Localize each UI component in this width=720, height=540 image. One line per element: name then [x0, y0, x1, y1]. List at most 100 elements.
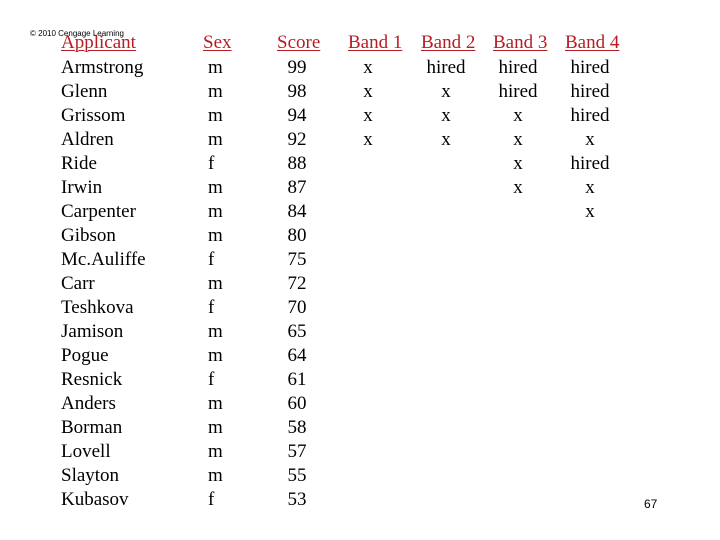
cell-sex: m: [208, 465, 223, 486]
cell-band2: [418, 488, 474, 512]
cell-band4: [562, 320, 618, 344]
band-1-column: xxxx: [348, 56, 388, 512]
header-band-4: Band 4: [565, 32, 620, 53]
cell-band1: [348, 488, 388, 512]
cell-applicant: Pogue: [61, 345, 109, 366]
cell-score: 61: [287, 369, 307, 390]
header-band-1: Band 1: [348, 32, 403, 53]
cell-band3: x: [513, 177, 523, 198]
cell-band2: hired: [426, 57, 466, 78]
cell-band3: [490, 272, 546, 296]
cell-band1: [348, 464, 388, 488]
cell-band3: [490, 248, 546, 272]
cell-band2: [418, 248, 474, 272]
cell-score: 92: [287, 129, 307, 150]
cell-score: 72: [287, 273, 307, 294]
cell-band2: [418, 272, 474, 296]
cell-band3: x: [513, 105, 523, 126]
page-number: 67: [644, 497, 658, 511]
cell-score: 94: [287, 105, 307, 126]
cell-band3: [490, 392, 546, 416]
cell-band2: [418, 464, 474, 488]
cell-applicant: Carpenter: [61, 201, 136, 222]
cell-band4: [562, 368, 618, 392]
cell-applicant: Resnick: [61, 369, 123, 390]
cell-sex: m: [208, 57, 223, 78]
cell-band3: hired: [498, 57, 538, 78]
cell-score: 75: [287, 249, 307, 270]
cell-band3: [490, 368, 546, 392]
cell-band4: hired: [570, 57, 610, 78]
cell-band2: x: [441, 105, 451, 126]
cell-band1: [348, 320, 388, 344]
cell-band4: x: [585, 129, 595, 150]
cell-score: 53: [287, 489, 307, 510]
cell-applicant: Mc.Auliffe: [61, 249, 146, 270]
cell-score: 55: [287, 465, 307, 486]
cell-band3: [490, 224, 546, 248]
cell-band4: [562, 296, 618, 320]
cell-band3: [490, 464, 546, 488]
header-band-2: Band 2: [421, 32, 476, 53]
cell-band1: [348, 368, 388, 392]
cell-sex: m: [208, 393, 223, 414]
cell-applicant: Ride: [61, 153, 97, 174]
cell-applicant: Armstrong: [61, 57, 144, 78]
cell-band3: [490, 320, 546, 344]
cell-band4: [562, 464, 618, 488]
cell-applicant: Anders: [61, 393, 116, 414]
cell-band3: hired: [498, 81, 538, 102]
cell-score: 84: [287, 201, 307, 222]
sex-column: mmmmfmmmfmfmmfmmmmf: [208, 56, 223, 512]
band-4-column: hired hired hired x hired x x: [562, 56, 618, 512]
cell-sex: m: [208, 129, 223, 150]
cell-applicant: Kubasov: [61, 489, 129, 510]
cell-band4: hired: [570, 153, 610, 174]
cell-band2: [418, 344, 474, 368]
cell-band1: [348, 392, 388, 416]
cell-band4: [562, 488, 618, 512]
cell-sex: f: [208, 153, 215, 174]
header-applicant: Applicant: [61, 32, 136, 53]
cell-band2: x: [441, 129, 451, 150]
cell-sex: m: [208, 345, 223, 366]
cell-applicant: Irwin: [61, 177, 103, 198]
cell-score: 88: [287, 153, 307, 174]
cell-band2: [418, 368, 474, 392]
cell-band1: x: [363, 81, 373, 102]
cell-band4: hired: [570, 105, 610, 126]
cell-score: 60: [287, 393, 307, 414]
cell-score: 98: [287, 81, 307, 102]
cell-score: 64: [287, 345, 307, 366]
cell-band1: [348, 272, 388, 296]
score-column: 99 98 94 92 88 87 84 80 75 72 70 65 64 61 60 58 57 55 53: [277, 56, 317, 512]
cell-sex: f: [208, 369, 215, 390]
cell-applicant: Carr: [61, 273, 95, 294]
cell-applicant: Jamison: [61, 321, 124, 342]
cell-score: 58: [287, 417, 307, 438]
header-score: Score: [277, 32, 321, 53]
cell-band4: [562, 248, 618, 272]
cell-band2: [418, 152, 474, 176]
cell-applicant: Glenn: [61, 81, 108, 102]
applicant-column: Armstrong Glenn Grissom Aldren Ride Irwin Carp…: [61, 56, 146, 512]
cell-band3: [490, 296, 546, 320]
cell-band4: x: [585, 201, 595, 222]
band-2-column: hired x x x: [418, 56, 474, 512]
cell-band2: x: [441, 81, 451, 102]
cell-band4: hired: [570, 81, 610, 102]
cell-sex: m: [208, 321, 223, 342]
cell-band1: [348, 176, 388, 200]
cell-band2: [418, 296, 474, 320]
cell-sex: m: [208, 81, 223, 102]
band-3-column: hired hired x x x x: [490, 56, 546, 512]
cell-applicant: Aldren: [61, 129, 114, 150]
cell-band4: [562, 272, 618, 296]
cell-band4: [562, 440, 618, 464]
cell-band3: [490, 200, 546, 224]
cell-band2: [418, 224, 474, 248]
cell-band1: [348, 344, 388, 368]
cell-sex: f: [208, 489, 215, 510]
cell-sex: m: [208, 225, 223, 246]
cell-band1: x: [363, 105, 373, 126]
